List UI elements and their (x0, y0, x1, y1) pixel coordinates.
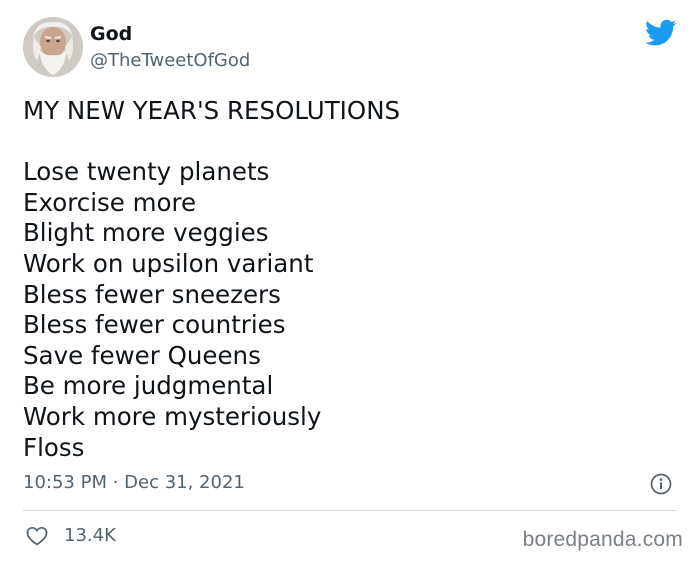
resolution-line: Lose twenty planets (23, 157, 270, 187)
resolution-line: Work more mysteriously (23, 401, 322, 431)
resolution-line: Be more judgmental (23, 371, 274, 401)
heart-icon[interactable] (26, 526, 48, 546)
resolution-line: Exorcise more (23, 187, 197, 217)
author-name[interactable]: God (90, 22, 132, 46)
resolution-line: Save fewer Queens (23, 340, 261, 370)
info-icon[interactable] (650, 473, 672, 495)
resolution-line: Blight more veggies (23, 218, 269, 248)
tweet-title: MY NEW YEAR'S RESOLUTIONS (23, 96, 401, 125)
divider (23, 510, 677, 511)
tweet-spacer (23, 127, 400, 158)
resolution-line: Work on upsilon variant (23, 248, 314, 278)
author-handle[interactable]: @TheTweetOfGod (90, 49, 250, 73)
avatar[interactable] (23, 17, 83, 77)
resolution-line: Floss (23, 432, 85, 462)
watermark: boredpanda.com (522, 528, 683, 551)
twitter-bird-icon[interactable] (645, 19, 677, 47)
tweet-timestamp[interactable]: 10:53 PM · Dec 31, 2021 (23, 471, 245, 495)
resolution-line: Bless fewer sneezers (23, 279, 281, 309)
resolution-line: Bless fewer countries (23, 310, 286, 340)
tweet-card: God @TheTweetOfGod MY NEW YEAR'S RESOLUT… (0, 0, 700, 563)
like-count[interactable]: 13.4K (64, 524, 116, 548)
tweet-text: MY NEW YEAR'S RESOLUTIONS Lose twenty pl… (23, 96, 400, 463)
